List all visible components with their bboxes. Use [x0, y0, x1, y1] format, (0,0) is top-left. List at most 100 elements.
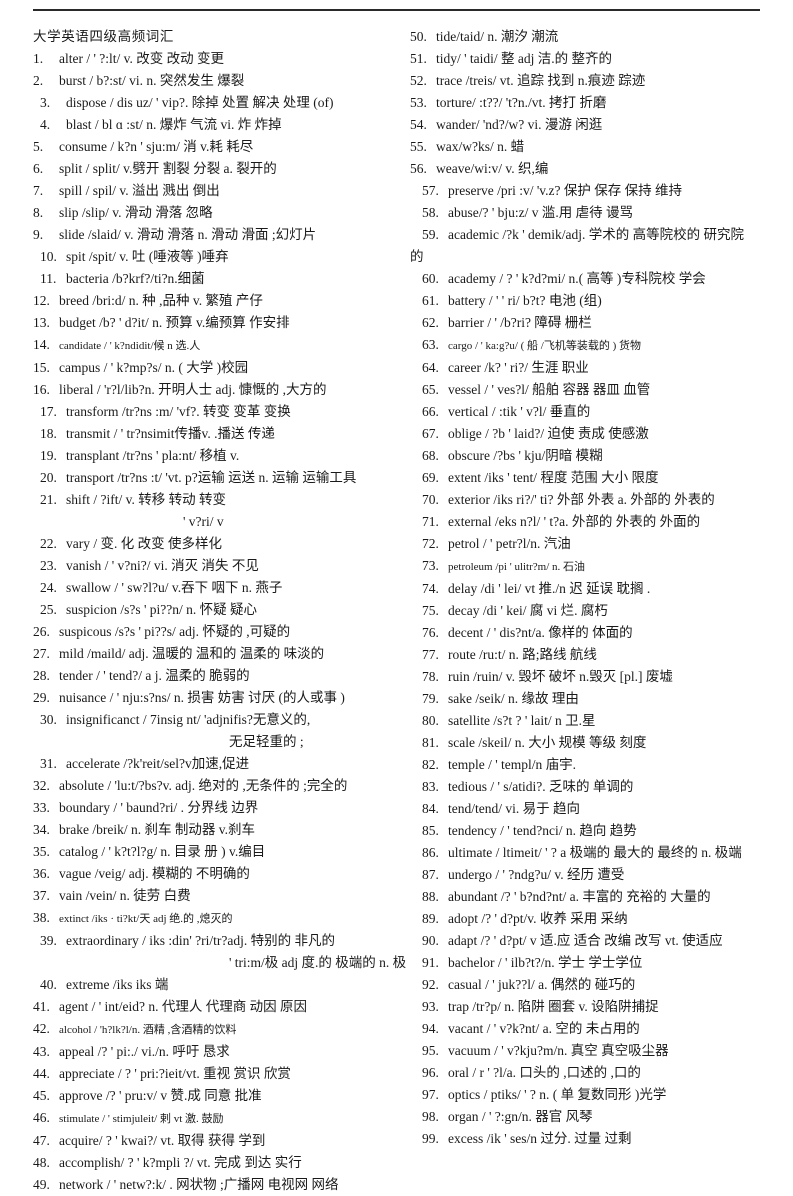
list-item: 63. cargo / ' ka:g?u/ ( 船 /飞机等装载的 ) 货物 — [410, 334, 785, 357]
list-item: 41. agent / ' int/eid? n. 代理人 代理商 动因 原因 — [33, 996, 408, 1018]
entry-text: decay /di ' kei/ 腐 vi 烂. 腐朽 — [448, 603, 608, 618]
entry-text: obscure /?bs ' kju/阴暗 模糊 — [448, 448, 603, 463]
entry-text: alter / ' ?:lt/ v. 改变 改动 变更 — [59, 51, 225, 66]
entry-text: boundary / ' baund?ri/ . 分界线 边界 — [59, 800, 259, 815]
entry-text: spill / spil/ v. 溢出 溅出 倒出 — [59, 183, 220, 198]
entry-number: 44. — [33, 1066, 50, 1081]
entry-text: torture/ :t??/ 't?n./vt. 拷打 折磨 — [436, 95, 607, 110]
list-item: 16. liberal / 'r?l/lib?n. 开明人士 adj. 慷慨的 ,… — [33, 379, 408, 401]
list-item: 48. accomplish/ ? ' k?mpli ?/ vt. 完成 到达 实… — [33, 1152, 408, 1174]
page-title: 大学英语四级高频词汇 — [33, 29, 174, 44]
entry-text: transform /tr?ns :m/ 'vf?. 转变 变革 变换 — [66, 404, 291, 419]
entry-text: wander/ 'nd?/w? vi. 漫游 闲逛 — [436, 117, 603, 132]
entry-number: 3. — [40, 95, 51, 110]
entry-number: 63. — [422, 337, 439, 352]
list-item: 21. shift / ?ift/ v. 转移 转动 转变 — [33, 489, 408, 511]
entry-text: slip /slip/ v. 滑动 滑落 忽略 — [59, 205, 213, 220]
entry-text: route /ru:t/ n. 路;路线 航线 — [448, 647, 597, 662]
entry-number: 74. — [422, 581, 439, 596]
list-item: 22. vary / 变. 化 改变 使多样化 — [33, 533, 408, 555]
list-item: 13. budget /b? ' d?it/ n. 预算 v.编预算 作安排 — [33, 312, 408, 334]
entry-text: tend/tend/ vi. 易于 趋向 — [448, 801, 580, 816]
entry-number: 84. — [422, 801, 439, 816]
entry-text: vertical / :tik ' v?l/ 垂直的 — [448, 404, 591, 419]
entry-text: slide /slaid/ v. 滑动 滑落 n. 滑动 滑面 ;幻灯片 — [59, 227, 317, 242]
entry-number: 89. — [422, 911, 439, 926]
entry-text: appreciate / ? ' pri:?ieit/vt. 重视 赏识 欣赏 — [59, 1066, 291, 1081]
document-page: 大学英语四级高频词汇 1. alter / ' ?:lt/ v. 改变 改动 变更… — [0, 0, 793, 1192]
entry-text: petroleum /pi ' ulitr?m/ n. 石油 — [448, 561, 586, 573]
entry-number: 73. — [422, 558, 439, 573]
list-item: 71. external /eks n?l/ ' t?a. 外部的 外表的 外面的 — [410, 511, 785, 533]
list-item: 8. slip /slip/ v. 滑动 滑落 忽略 — [33, 202, 408, 224]
entry-text: tide/taid/ n. 潮汐 潮流 — [436, 29, 559, 44]
entry-number: 57. — [422, 183, 439, 198]
entry-number: 32. — [33, 778, 50, 793]
list-item: 1. alter / ' ?:lt/ v. 改变 改动 变更 — [33, 48, 408, 70]
list-item: 28. tender / ' tend?/ a j. 温柔的 脆弱的 — [33, 665, 408, 687]
list-item: 4. blast / bl ɑ :st/ n. 爆炸 气流 vi. 炸 炸掉 — [33, 114, 408, 136]
entry-number: 43. — [33, 1044, 50, 1059]
list-item: 69. extent /iks ' tent/ 程度 范围 大小 限度 — [410, 467, 785, 489]
entry-text: tidy/ ' taidi/ 整 adj 洁.的 整齐的 — [436, 51, 613, 66]
entry-number: 77. — [422, 647, 439, 662]
list-item: 72. petrol / ' petr?l/n. 汽油 — [410, 533, 785, 555]
list-item: 96. oral / r ' ?l/a. 口头的 ,口述的 ,口的 — [410, 1062, 785, 1084]
entry-text: wax/w?ks/ n. 蜡 — [436, 139, 525, 154]
entry-number: 17. — [40, 404, 57, 419]
entry-number: 16. — [33, 382, 50, 397]
entry-text: vacant / ' v?k?nt/ a. 空的 未占用的 — [448, 1021, 640, 1036]
entry-number: 22. — [40, 536, 57, 551]
entry-text: burst / b?:st/ vi. n. 突然发生 爆裂 — [59, 73, 245, 88]
entry-text: shift / ?ift/ v. 转移 转动 转变 — [66, 492, 226, 507]
entry-number: 18. — [40, 426, 57, 441]
entry-text: academy / ? ' k?d?mi/ n.( 高等 )专科院校 学会 — [448, 271, 706, 286]
list-item: 88. abundant /? ' b?nd?nt/ a. 丰富的 充裕的 大量的 — [410, 886, 785, 908]
entry-text: excess /ik ' ses/n 过分. 过量 过剩 — [448, 1131, 632, 1146]
entry-text: insignificanct / 7insig nt/ 'adjnifis?无意… — [66, 712, 311, 727]
entry-number: 30. — [40, 712, 57, 727]
entry-number: 95. — [422, 1043, 439, 1058]
entry-text: alcohol / 'h?lk?l/n. 酒精 ,含酒精的饮料 — [59, 1024, 237, 1036]
entry-number: 5. — [33, 139, 44, 154]
list-item: 93. trap /tr?p/ n. 陷阱 圈套 v. 设陷阱捕捉 — [410, 996, 785, 1018]
list-item: 75. decay /di ' kei/ 腐 vi 烂. 腐朽 — [410, 600, 785, 622]
list-item: 66. vertical / :tik ' v?l/ 垂直的 — [410, 401, 785, 423]
entry-number: 2. — [33, 73, 44, 88]
entry-text: delay /di ' lei/ vt 推./n 迟 延误 耽搁 . — [448, 581, 651, 596]
entry-text: temple / ' templ/n 庙宇. — [448, 757, 577, 772]
entry-number: 71. — [422, 514, 439, 529]
list-item: 52. trace /treis/ vt. 追踪 找到 n.痕迹 踪迹 — [410, 70, 785, 92]
entry-number: 50. — [410, 29, 427, 44]
entry-text: nuisance / ' nju:s?ns/ n. 损害 妨害 讨厌 (的人或事… — [59, 690, 345, 705]
entry-number: 38. — [33, 910, 50, 925]
entry-number: 26. — [33, 624, 50, 639]
entry-continuation: ' tri:m/极 adj 度.的 极端的 n. 极 — [229, 955, 407, 970]
entry-text: spit /spit/ v. 吐 (唾液等 )唾弃 — [66, 249, 229, 264]
entry-number: 15. — [33, 360, 50, 375]
entry-text: vague /veig/ adj. 模糊的 不明确的 — [59, 866, 250, 881]
entry-text: accelerate /?k'reit/sel?v加速,促进 — [66, 756, 250, 771]
list-item: 38. extinct /iks · ti?kt/天 adj 绝.的 ,熄灭的 — [33, 907, 408, 930]
list-item: 25. suspicion /s?s ' pi??n/ n. 怀疑 疑心 — [33, 599, 408, 621]
entry-number: 27. — [33, 646, 50, 661]
list-item: 84. tend/tend/ vi. 易于 趋向 — [410, 798, 785, 820]
entry-number: 41. — [33, 999, 50, 1014]
entry-text: dispose / dis uz/ ' vip?. 除掉 处置 解决 处理 (o… — [66, 95, 334, 110]
entry-number: 29. — [33, 690, 50, 705]
entry-text: battery / ' ' ri/ b?t? 电池 (组) — [448, 293, 602, 308]
entry-text: appeal /? ' pi:./ vi./n. 呼吁 恳求 — [59, 1044, 230, 1059]
entry-text: candidate / ' k?ndidit/候 n 选.人 — [59, 340, 201, 352]
list-item: 9. slide /slaid/ v. 滑动 滑落 n. 滑动 滑面 ;幻灯片 — [33, 224, 408, 246]
entry-text: oblige / ?b ' laid?/ 迫使 责成 使感激 — [448, 426, 649, 441]
entry-number: 86. — [422, 845, 439, 860]
list-item: 43. appeal /? ' pi:./ vi./n. 呼吁 恳求 — [33, 1041, 408, 1063]
entry-text: organ / ' ?:gn/n. 器官 风琴 — [448, 1109, 593, 1124]
list-item: 99. excess /ik ' ses/n 过分. 过量 过剩 — [410, 1128, 785, 1150]
list-item: 62. barrier / ' /b?ri? 障碍 栅栏 — [410, 312, 785, 334]
list-item: 58. abuse/? ' bju:z/ v 滥.用 虐待 谩骂 — [410, 202, 785, 224]
entry-number: 97. — [422, 1087, 439, 1102]
list-item: 94. vacant / ' v?k?nt/ a. 空的 未占用的 — [410, 1018, 785, 1040]
entry-text: network / ' netw?:k/ . 网状物 ;广播网 电视网 网络 — [59, 1177, 339, 1192]
entry-text: tender / ' tend?/ a j. 温柔的 脆弱的 — [59, 668, 250, 683]
